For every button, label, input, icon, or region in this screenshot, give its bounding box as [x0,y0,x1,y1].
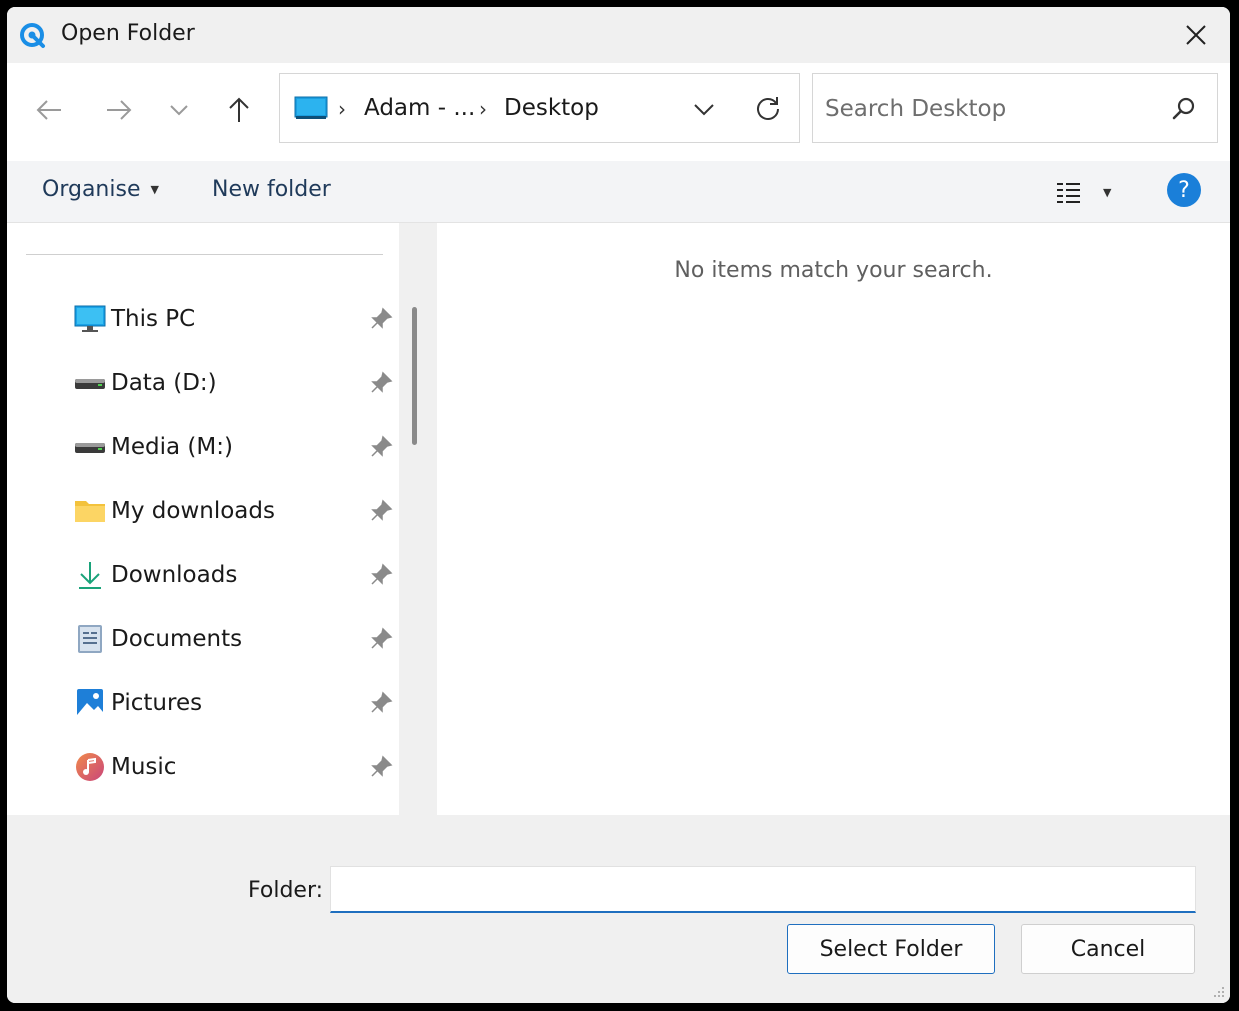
pictures-icon [77,689,103,717]
back-button[interactable] [29,93,69,127]
nav-item-media-drive[interactable]: Media (M:) [7,420,399,478]
change-view-button[interactable]: ▼ [1055,175,1125,209]
address-dropdown-button[interactable] [686,92,722,126]
document-icon [78,625,102,653]
nav-item-my-downloads[interactable]: My downloads [7,484,399,542]
breadcrumb-user[interactable]: Adam - ... [364,95,475,121]
empty-state-message: No items match your search. [674,258,993,283]
nav-item-label: This PC [111,306,196,332]
pin-icon[interactable] [369,627,393,651]
select-folder-button[interactable]: Select Folder [787,924,995,974]
search-box[interactable] [812,73,1218,143]
new-folder-button[interactable]: New folder [212,177,331,202]
details-view-icon [1057,183,1080,203]
nav-pane-scrollbar[interactable] [412,307,417,445]
up-button[interactable] [219,93,259,127]
refresh-icon [757,97,779,120]
organise-label: Organise [42,177,141,202]
close-button[interactable] [1176,17,1216,53]
pin-icon[interactable] [369,691,393,715]
folder-label: Folder: [248,878,324,903]
forward-button[interactable] [99,93,139,127]
new-folder-label: New folder [212,177,331,202]
breadcrumb-separator: › [338,97,346,121]
open-folder-dialog: Open Folder › Adam - ... › Desktop Searc… [7,7,1230,1003]
nav-item-label: My downloads [111,498,275,524]
resize-grip-icon[interactable] [1210,983,1226,999]
nav-item-label: Pictures [111,690,203,716]
nav-item-label: Music [111,754,177,780]
chevron-down-icon [694,104,714,116]
pin-icon[interactable] [369,563,393,587]
nav-item-label: Media (M:) [111,434,233,460]
nav-item-documents[interactable]: Documents [7,612,399,670]
navigation-bar: › Adam - ... › Desktop [7,63,1230,161]
pin-icon[interactable] [369,435,393,459]
nav-item-downloads[interactable]: Downloads [7,548,399,606]
folder-input[interactable] [330,866,1196,913]
pin-icon[interactable] [369,307,393,331]
nav-item-label: Documents [111,626,243,652]
nav-item-this-pc[interactable]: This PC [7,292,399,350]
chevron-down-icon [170,105,188,116]
nav-divider [26,254,383,255]
cancel-button[interactable]: Cancel [1021,924,1195,974]
drive-icon [75,379,105,389]
arrow-up-icon [229,97,249,122]
drive-icon [75,443,105,453]
search-icon[interactable] [1171,96,1197,122]
command-bar: Organise ▼ New folder ▼ ? [7,161,1230,223]
nav-item-label: Data (D:) [111,370,217,396]
breadcrumb-desktop[interactable]: Desktop [504,95,599,121]
caret-down-icon: ▼ [150,183,159,196]
app-logo-icon [20,23,45,48]
search-input[interactable] [825,92,1155,126]
nav-item-data-drive[interactable]: Data (D:) [7,356,399,414]
arrow-right-icon [107,100,132,120]
arrow-left-icon [36,100,61,120]
address-bar[interactable]: › Adam - ... › Desktop [279,73,800,143]
organise-button[interactable]: Organise ▼ [42,177,159,202]
nav-item-label: Downloads [111,562,238,588]
music-icon [76,753,104,781]
pin-icon[interactable] [369,499,393,523]
nav-item-pictures[interactable]: Pictures [7,676,399,734]
nav-item-music[interactable]: Music [7,740,399,798]
nav-item-videos-partial[interactable] [7,804,399,815]
help-button[interactable]: ? [1167,173,1201,207]
title-bar: Open Folder [7,7,1230,63]
refresh-button[interactable] [750,90,786,126]
file-list-pane[interactable]: No items match your search. [437,223,1230,815]
close-icon [1186,25,1206,45]
download-icon [79,562,101,589]
window-title: Open Folder [61,21,195,46]
recent-locations-button[interactable] [159,93,199,127]
folder-icon [75,501,105,522]
computer-icon [294,96,328,119]
pin-icon[interactable] [369,755,393,779]
caret-down-icon: ▼ [1103,185,1112,199]
pin-icon[interactable] [369,371,393,395]
dialog-footer: Folder: Select Folder Cancel [7,815,1230,1003]
monitor-icon [74,305,106,332]
breadcrumb-separator: › [479,97,487,121]
navigation-pane[interactable]: This PC Data (D:) Media (M:) My download… [7,223,399,815]
